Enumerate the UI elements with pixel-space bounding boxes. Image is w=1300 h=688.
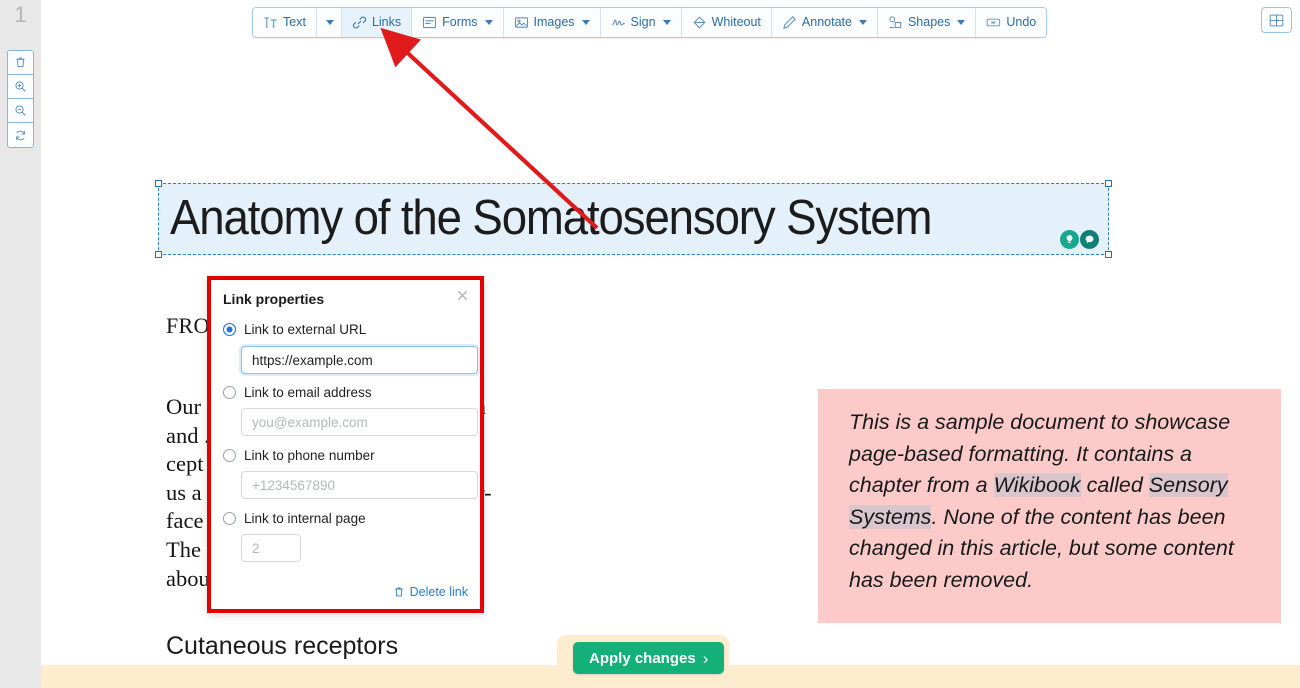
chevron-down-icon bbox=[325, 20, 334, 25]
callout-text: This is a sample document to showcase pa… bbox=[849, 407, 1249, 596]
toolbar-text-label: Text bbox=[283, 15, 306, 30]
document-title: Anatomy of the Somatosensory System bbox=[170, 191, 932, 245]
toolbar-links-button[interactable]: Links bbox=[341, 8, 413, 37]
comment-badge[interactable] bbox=[1080, 230, 1099, 249]
rotate-icon bbox=[16, 130, 25, 140]
dialog-close-button[interactable] bbox=[452, 285, 472, 305]
option-phone-number-label: Link to phone number bbox=[244, 448, 375, 463]
resize-handle-top-left[interactable] bbox=[155, 180, 162, 187]
radio-phone-number[interactable] bbox=[223, 449, 236, 462]
page-tools-group bbox=[7, 50, 34, 148]
delete-page-button[interactable] bbox=[8, 51, 33, 75]
toolbar-forms-label: Forms bbox=[442, 15, 478, 30]
sample-note-callout: This is a sample document to showcase pa… bbox=[818, 389, 1281, 623]
chevron-right-icon: › bbox=[702, 648, 709, 668]
toolbar-whiteout-label: Whiteout bbox=[711, 15, 761, 30]
toolbar-annotate-label: Annotate bbox=[801, 15, 852, 30]
zoom-in-icon bbox=[15, 81, 26, 92]
lightbulb-icon bbox=[1066, 235, 1073, 243]
toolbar-shapes-button[interactable]: Shapes bbox=[877, 8, 977, 37]
option-email-address-label: Link to email address bbox=[244, 385, 372, 400]
lightbulb-badge[interactable] bbox=[1060, 230, 1079, 249]
delete-link-label: Delete link bbox=[409, 585, 468, 599]
undo-icon bbox=[987, 18, 1001, 27]
document-section-heading: Cutaneous receptors bbox=[166, 632, 399, 660]
toolbar-forms-button[interactable]: Forms bbox=[412, 8, 504, 37]
image-icon bbox=[514, 17, 528, 28]
pdf-editor-window: 1 Text Links Forms Images Sign Whiteout … bbox=[0, 0, 1300, 688]
zoom-out-icon bbox=[15, 105, 26, 116]
toolbar-undo-label: Undo bbox=[1006, 15, 1037, 30]
dialog-title: Link properties bbox=[223, 291, 325, 307]
title-badge-group bbox=[1060, 230, 1099, 249]
apply-changes-button[interactable]: Apply changes › bbox=[573, 642, 725, 674]
forms-icon bbox=[423, 16, 437, 29]
chat-bubble-icon bbox=[1085, 235, 1094, 244]
resize-handle-top-right[interactable] bbox=[1105, 180, 1112, 187]
chevron-down-icon bbox=[581, 20, 590, 25]
link-icon bbox=[352, 16, 366, 29]
callout-highlight-wikibook: Wikibook bbox=[993, 473, 1081, 497]
toolbar-whiteout-button[interactable]: Whiteout bbox=[681, 8, 772, 37]
resize-handle-bottom-right[interactable] bbox=[1105, 251, 1112, 258]
radio-external-url[interactable] bbox=[223, 323, 236, 336]
option-internal-page-label: Link to internal page bbox=[244, 511, 366, 526]
toolbar-sign-button[interactable]: Sign bbox=[600, 8, 682, 37]
editor-toolbar: Text Links Forms Images Sign Whiteout An… bbox=[252, 7, 1048, 38]
page-number-label: 1 bbox=[14, 2, 27, 27]
pen-icon bbox=[783, 16, 796, 29]
zoom-in-button[interactable] bbox=[8, 75, 33, 99]
toolbar-links-label: Links bbox=[371, 15, 402, 30]
chevron-down-icon bbox=[957, 20, 966, 25]
delete-link-button[interactable]: Delete link bbox=[393, 585, 468, 599]
whiteout-icon bbox=[693, 16, 706, 29]
signature-icon bbox=[611, 19, 625, 26]
link-properties-dialog: Link properties Link to external URL Lin… bbox=[207, 276, 484, 613]
option-internal-page[interactable]: Link to internal page bbox=[223, 511, 366, 526]
radio-email-address[interactable] bbox=[223, 386, 236, 399]
callout-text-part2: called bbox=[1080, 473, 1149, 497]
grid-view-icon bbox=[1269, 14, 1284, 26]
resize-handle-bottom-left[interactable] bbox=[155, 251, 162, 258]
zoom-out-button[interactable] bbox=[8, 99, 33, 123]
shapes-icon bbox=[889, 16, 902, 29]
chevron-down-icon bbox=[484, 20, 493, 25]
toolbar-shapes-label: Shapes bbox=[907, 15, 951, 30]
toolbar-text-dropdown[interactable] bbox=[316, 8, 342, 37]
toolbar-images-button[interactable]: Images bbox=[503, 8, 601, 37]
radio-internal-page[interactable] bbox=[223, 512, 236, 525]
phone-number-input[interactable] bbox=[241, 471, 478, 499]
chevron-down-icon bbox=[858, 20, 867, 25]
option-external-url[interactable]: Link to external URL bbox=[223, 322, 366, 337]
trash-icon bbox=[16, 57, 25, 68]
trash-icon bbox=[394, 587, 403, 597]
apply-changes-label: Apply changes bbox=[589, 649, 696, 667]
toolbar-undo-button[interactable]: Undo bbox=[976, 8, 1047, 37]
grid-view-button[interactable] bbox=[1261, 7, 1292, 33]
close-icon bbox=[457, 290, 467, 300]
internal-page-input[interactable] bbox=[241, 534, 301, 562]
toolbar-text-button[interactable]: Text bbox=[253, 8, 317, 37]
option-phone-number[interactable]: Link to phone number bbox=[223, 448, 375, 463]
rotate-page-button[interactable] bbox=[8, 123, 33, 147]
option-external-url-label: Link to external URL bbox=[244, 322, 367, 337]
chevron-down-icon bbox=[662, 20, 671, 25]
email-address-input[interactable] bbox=[241, 408, 478, 436]
option-email-address[interactable]: Link to email address bbox=[223, 385, 372, 400]
external-url-input[interactable] bbox=[241, 346, 478, 374]
page-thumbnail-rail: 1 bbox=[0, 0, 41, 688]
toolbar-annotate-button[interactable]: Annotate bbox=[771, 8, 878, 37]
toolbar-sign-label: Sign bbox=[630, 15, 656, 30]
toolbar-images-label: Images bbox=[533, 15, 575, 30]
text-icon bbox=[264, 17, 277, 28]
